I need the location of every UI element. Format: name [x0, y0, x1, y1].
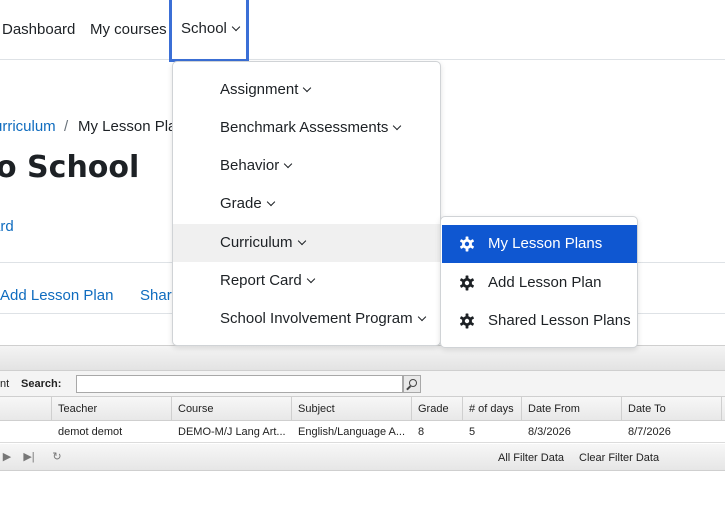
cell-days: 5 — [469, 426, 476, 438]
search-label: Search: — [21, 378, 62, 390]
cell-date-to: 8/7/2026 — [628, 426, 671, 438]
table-row[interactable]: demot demot DEMO-M/J Lang Art... English… — [0, 421, 725, 443]
nav-my-courses-link[interactable]: My courses — [90, 0, 167, 60]
grid-search-bar: nt Search: — [0, 371, 725, 397]
column-header-date-from[interactable]: Date From — [521, 397, 580, 421]
menu-item-grade[interactable]: Grade — [173, 185, 440, 223]
cell-date-from: 8/3/2026 — [528, 426, 571, 438]
menu-item-behavior[interactable]: Behavior — [173, 147, 440, 185]
menu-item-label: Grade — [220, 195, 262, 212]
submenu-item-label: Shared Lesson Plans — [488, 312, 631, 329]
top-navigation: Dashboard My courses School — [0, 0, 725, 62]
submenu-item-add-lesson-plan[interactable]: Add Lesson Plan — [442, 264, 637, 302]
search-icon — [409, 379, 417, 387]
breadcrumb-link-curriculum[interactable]: urriculum — [0, 118, 56, 135]
clear-filter-data-link[interactable]: Clear Filter Data — [579, 452, 659, 464]
menu-item-label: School Involvement Program — [220, 310, 413, 327]
chevron-down-icon — [297, 236, 306, 246]
last-page-icon[interactable]: ▶| — [22, 450, 36, 464]
nav-school-label: School — [181, 20, 227, 37]
grid-pager: ▶ ▶| ↻ All Filter Data Clear Filter Data — [0, 444, 725, 471]
menu-item-label: Curriculum — [220, 234, 293, 251]
menu-item-label: Assignment — [220, 81, 299, 98]
chevron-down-icon — [266, 197, 275, 207]
column-header-teacher[interactable]: Teacher — [51, 397, 97, 421]
refresh-icon[interactable]: ↻ — [50, 450, 64, 464]
column-header-days[interactable]: # of days — [462, 397, 514, 421]
chevron-down-icon — [306, 274, 315, 284]
submenu-item-shared-lesson-plans[interactable]: Shared Lesson Plans — [442, 302, 637, 340]
chevron-down-icon — [303, 83, 312, 93]
chevron-down-icon — [231, 22, 241, 32]
submenu-item-my-lesson-plans[interactable]: My Lesson Plans — [442, 225, 637, 263]
menu-item-assignment[interactable]: Assignment — [173, 71, 440, 109]
curriculum-submenu: My Lesson Plans Add Lesson Plan Shared L… — [440, 216, 638, 348]
search-input[interactable] — [76, 375, 403, 393]
submenu-item-label: My Lesson Plans — [488, 235, 603, 252]
column-header-date-to[interactable]: Date To — [621, 397, 666, 421]
breadcrumb-current: My Lesson Pla — [78, 118, 177, 135]
dashboard-link[interactable]: ard — [0, 218, 14, 235]
search-button[interactable] — [403, 375, 421, 393]
column-header-edge — [721, 397, 725, 421]
menu-item-label: Report Card — [220, 272, 302, 289]
next-page-icon[interactable]: ▶ — [0, 450, 14, 464]
nav-dashboard-link[interactable]: Dashboard — [2, 0, 75, 60]
column-header-subject[interactable]: Subject — [291, 397, 335, 421]
grid-header: Teacher Course Subject Grade # of days D… — [0, 397, 725, 421]
menu-item-school-involvement-program[interactable]: School Involvement Program — [173, 300, 440, 338]
cell-course: DEMO-M/J Lang Art... — [178, 426, 286, 438]
chevron-down-icon — [393, 121, 402, 131]
gear-icon — [460, 275, 474, 291]
add-lesson-plan-link[interactable]: Add Lesson Plan — [0, 287, 113, 304]
column-header-course[interactable]: Course — [171, 397, 213, 421]
menu-item-label: Benchmark Assessments — [220, 119, 389, 136]
cell-subject: English/Language A... — [298, 426, 406, 438]
chevron-down-icon — [417, 312, 426, 322]
cell-grade: 8 — [418, 426, 425, 438]
all-filter-data-link[interactable]: All Filter Data — [498, 452, 564, 464]
column-header-grade[interactable]: Grade — [411, 397, 449, 421]
grid-title-bar — [0, 345, 725, 371]
menu-item-benchmark-assessments[interactable]: Benchmark Assessments — [173, 109, 440, 147]
nav-school-menu[interactable]: School — [169, 0, 249, 62]
page-title: o School — [0, 150, 140, 185]
school-dropdown-menu: Assignment Benchmark Assessments Behavio… — [172, 61, 441, 346]
menu-item-curriculum[interactable]: Curriculum — [173, 224, 440, 262]
gear-icon — [460, 313, 474, 329]
gear-icon — [460, 236, 474, 252]
cell-teacher: demot demot — [58, 426, 123, 438]
menu-item-report-card[interactable]: Report Card — [173, 262, 440, 300]
menu-item-label: Behavior — [220, 157, 280, 174]
chevron-down-icon — [283, 159, 293, 169]
submenu-item-label: Add Lesson Plan — [488, 274, 602, 291]
breadcrumb-separator: / — [64, 118, 69, 135]
search-left-label: nt — [0, 378, 10, 390]
